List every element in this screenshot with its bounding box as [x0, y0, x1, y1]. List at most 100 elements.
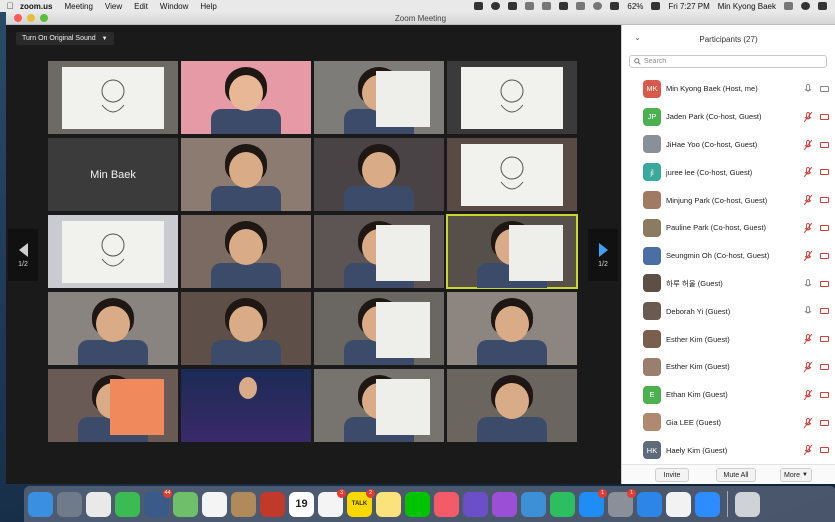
chrome-icon[interactable] [86, 491, 111, 517]
menu-help[interactable]: Help [200, 2, 216, 11]
messages-status-icon[interactable] [491, 2, 501, 10]
microphone-icon[interactable] [804, 334, 812, 345]
participant-search[interactable] [629, 55, 827, 68]
next-page-button[interactable]: 1/2 [588, 229, 618, 281]
video-tile[interactable] [181, 369, 311, 442]
battery-percent[interactable]: 62% [627, 2, 643, 11]
video-tile[interactable] [447, 61, 577, 134]
video-camera-icon[interactable] [820, 336, 829, 343]
video-tile[interactable] [48, 369, 178, 442]
kakaotalk-icon[interactable]: TALK 2 [347, 488, 375, 517]
microphone-icon[interactable] [804, 167, 812, 178]
video-tile[interactable] [48, 61, 178, 134]
time-machine-icon[interactable] [576, 2, 586, 10]
microphone-icon[interactable] [804, 222, 812, 233]
video-tile[interactable] [314, 215, 444, 288]
menu-edit[interactable]: Edit [134, 2, 148, 11]
system-preferences-icon[interactable]: 1 [608, 488, 636, 517]
microphone-icon[interactable] [804, 111, 812, 122]
video-camera-icon[interactable] [820, 363, 829, 370]
notes-brown-icon[interactable] [231, 491, 256, 517]
battery-icon[interactable] [651, 2, 661, 10]
safari-icon[interactable] [637, 491, 662, 517]
apple-menu-icon[interactable]:  [0, 1, 20, 11]
imovie-icon[interactable] [463, 491, 488, 517]
microphone-icon[interactable] [804, 306, 812, 316]
participant-row[interactable]: JiHae Yoo (Co-host, Guest) [622, 131, 835, 159]
participant-row[interactable]: Esther Kim (Guest) [622, 325, 835, 353]
evernote-status-icon[interactable] [525, 2, 535, 10]
stickies-icon[interactable] [376, 491, 401, 517]
video-tile[interactable] [447, 292, 577, 365]
menu-meeting[interactable]: Meeting [64, 2, 92, 11]
podcasts-icon[interactable] [492, 491, 517, 517]
evernote-icon[interactable] [550, 491, 575, 517]
video-tile[interactable] [314, 292, 444, 365]
wifi-icon[interactable] [593, 2, 603, 10]
microphone-icon[interactable] [804, 250, 812, 261]
video-tile[interactable] [48, 292, 178, 365]
participant-row[interactable]: Deborah Yi (Guest) [622, 297, 835, 325]
app-store-icon[interactable]: 1 [579, 488, 607, 517]
zoom-icon[interactable] [695, 491, 720, 517]
video-camera-icon[interactable] [820, 391, 829, 398]
video-camera-icon[interactable] [820, 308, 829, 315]
participant-row[interactable]: Minjung Park (Co-host, Guest) [622, 186, 835, 214]
spotlight-icon[interactable] [784, 2, 793, 10]
calendar-icon[interactable]: 19 [289, 491, 314, 517]
video-camera-icon[interactable] [820, 113, 829, 120]
participant-row[interactable]: Seungmin Oh (Co-host, Guest) [622, 242, 835, 270]
finder-icon[interactable] [28, 491, 53, 517]
participant-row[interactable]: Pauline Park (Co-host, Guest) [622, 214, 835, 242]
menu-window[interactable]: Window [160, 2, 188, 11]
video-tile[interactable] [446, 214, 578, 289]
participant-row[interactable]: MK Min Kyong Baek (Host, me) [622, 75, 835, 103]
facetime-icon[interactable] [115, 491, 140, 517]
collapse-panel-icon[interactable]: ⌄ [634, 33, 641, 42]
app-menu[interactable]: zoom.us [20, 2, 52, 11]
reminders-icon[interactable]: 3 [318, 488, 346, 517]
video-camera-icon[interactable] [820, 86, 829, 92]
video-camera-icon[interactable] [820, 197, 829, 204]
video-camera-icon[interactable] [820, 224, 829, 231]
trash-icon[interactable] [735, 491, 760, 517]
photos-icon[interactable] [202, 491, 227, 517]
more-button[interactable]: More ▼ [780, 468, 812, 482]
microphone-icon[interactable] [804, 389, 812, 400]
zoom-status-icon[interactable] [474, 2, 484, 10]
volume-icon[interactable] [610, 2, 620, 10]
video-tile[interactable] [314, 138, 444, 211]
bluetooth-icon[interactable] [542, 2, 552, 10]
microphone-icon[interactable] [804, 139, 812, 150]
video-camera-icon[interactable] [820, 252, 829, 259]
video-tile[interactable] [181, 292, 311, 365]
video-camera-icon[interactable] [820, 280, 829, 287]
microphone-icon[interactable] [804, 417, 812, 428]
textedit-icon[interactable] [666, 491, 691, 517]
previous-page-button[interactable]: 1/2 [8, 229, 38, 281]
participant-row[interactable]: Esther Kim (Guest) [622, 353, 835, 381]
video-camera-icon[interactable] [820, 141, 829, 148]
invite-button[interactable]: Invite [655, 468, 689, 482]
preview-icon[interactable] [521, 491, 546, 517]
kakao-status-icon[interactable] [508, 2, 518, 10]
participant-row[interactable]: jl juree lee (Co-host, Guest) [622, 158, 835, 186]
participant-row[interactable]: JP Jaden Park (Co-host, Guest) [622, 103, 835, 131]
microphone-icon[interactable] [804, 195, 812, 206]
video-camera-icon[interactable] [820, 169, 829, 176]
video-tile[interactable]: Min Baek [48, 138, 178, 211]
video-tile[interactable] [447, 369, 577, 442]
video-tile[interactable] [314, 61, 444, 134]
menu-view[interactable]: View [105, 2, 122, 11]
line-icon[interactable] [405, 491, 430, 517]
photo-booth-icon[interactable]: 44 [144, 488, 172, 517]
participant-row[interactable]: HK Haely Kim (Guest) [622, 436, 835, 464]
video-tile[interactable] [181, 138, 311, 211]
siri-icon[interactable] [801, 2, 810, 10]
microphone-icon[interactable] [804, 84, 812, 94]
search-input[interactable] [644, 58, 824, 65]
photo-booth-red-icon[interactable] [260, 491, 285, 517]
video-tile[interactable] [314, 369, 444, 442]
video-camera-icon[interactable] [820, 447, 829, 454]
music-icon[interactable] [434, 491, 459, 517]
